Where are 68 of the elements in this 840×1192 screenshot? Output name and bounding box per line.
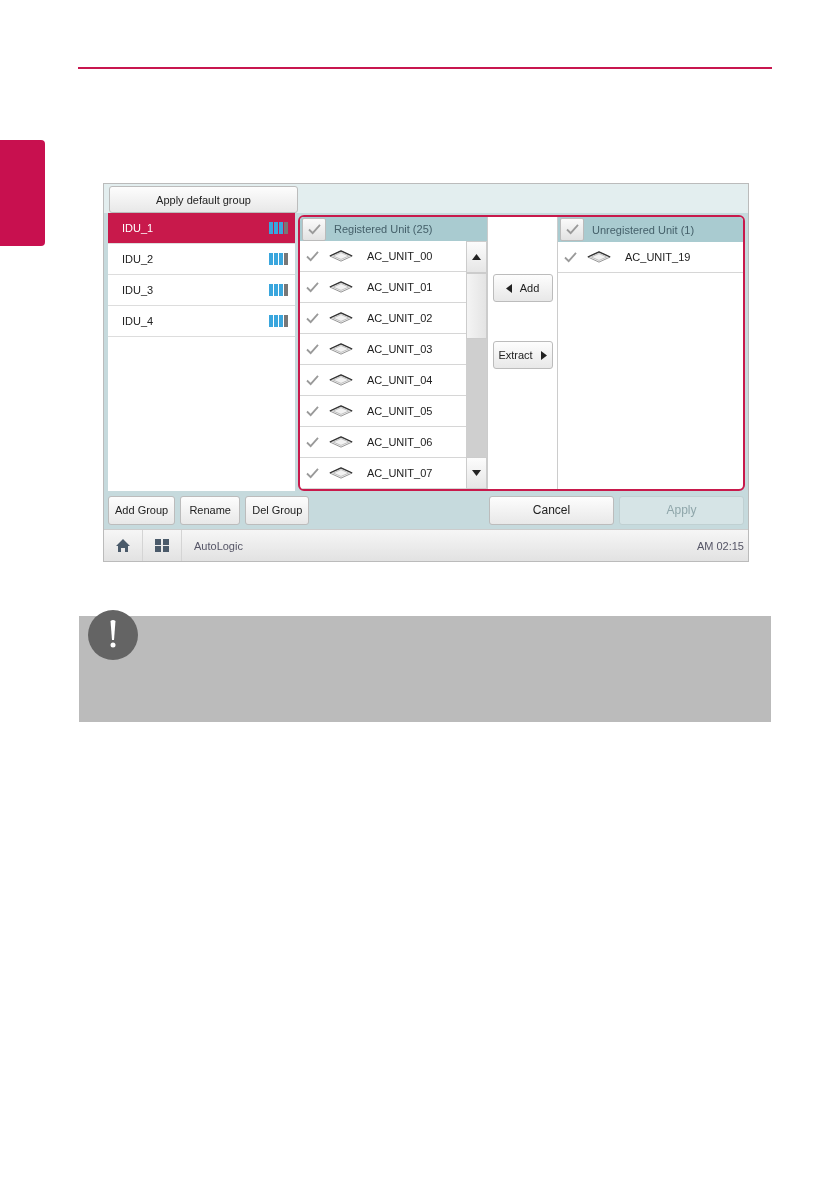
check-icon [306,281,319,293]
group-action-button[interactable]: Del Group [245,495,310,525]
signal-bars-icon [269,284,289,296]
group-item[interactable]: IDU_1 [108,213,295,244]
add-button[interactable]: Add [492,274,553,302]
unit-row[interactable]: AC_UNIT_06 [300,427,466,458]
check-icon [565,224,579,235]
unit-row[interactable]: AC_UNIT_19 [558,242,743,273]
app-name: AutoLogic [193,539,244,552]
unit-name: AC_UNIT_01 [367,281,433,293]
scroll-up-icon[interactable] [472,254,481,260]
unit-name: AC_UNIT_04 [367,374,433,386]
left-triangle-icon [505,283,512,293]
group-item[interactable]: IDU_2 [108,244,295,275]
signal-bars-icon [269,315,289,327]
unit-name: AC_UNIT_05 [367,405,433,417]
unit-name: AC_UNIT_07 [367,467,433,479]
unit-name: AC_UNIT_03 [367,343,433,355]
check-icon [306,374,319,386]
ceiling-unit-icon [329,374,353,386]
right-triangle-icon [540,350,547,360]
unit-name: AC_UNIT_19 [625,251,691,263]
scrollbar[interactable] [466,241,487,489]
panel-title: Unregistered Unit (1) [592,223,695,236]
check-icon [306,436,319,448]
unit-name: AC_UNIT_06 [367,436,433,448]
check-icon [306,467,319,479]
check-icon [306,343,319,355]
scroll-down-icon[interactable] [472,470,481,476]
unit-row[interactable]: AC_UNIT_01 [300,272,466,303]
extract-button[interactable]: Extract [492,341,553,369]
panel-title: Registered Unit (25) [334,223,433,235]
ceiling-unit-icon [329,343,353,355]
action-button[interactable]: Cancel [489,495,614,525]
ceiling-unit-icon [329,405,353,417]
home-icon[interactable] [115,538,131,553]
ceiling-unit-icon [329,436,353,448]
unit-row[interactable]: AC_UNIT_02 [300,303,466,334]
check-icon [306,405,319,417]
exclamation-icon [88,610,138,660]
unit-row[interactable]: AC_UNIT_00 [300,241,466,272]
ceiling-unit-icon [587,251,611,263]
unit-row[interactable]: AC_UNIT_04 [300,365,466,396]
check-icon [307,223,321,235]
signal-bars-icon [269,253,289,265]
group-action-button[interactable]: Rename [180,495,241,525]
select-all-checkbox[interactable] [560,218,584,241]
check-icon [306,250,319,262]
check-icon [564,251,577,263]
group-item[interactable]: IDU_4 [108,306,295,337]
select-all-checkbox[interactable] [302,217,326,241]
check-icon [306,312,319,324]
unit-name: AC_UNIT_02 [367,312,433,324]
ceiling-unit-icon [329,250,353,262]
group-item[interactable]: IDU_3 [108,275,295,306]
grid-icon[interactable] [154,538,170,553]
unit-row[interactable]: AC_UNIT_03 [300,334,466,365]
ceiling-unit-icon [329,281,353,293]
unit-name: AC_UNIT_00 [367,250,433,262]
unit-row[interactable]: AC_UNIT_07 [300,458,466,489]
ceiling-unit-icon [329,312,353,324]
scroll-thumb[interactable] [466,273,487,339]
group-action-button[interactable]: Add Group [108,495,176,525]
apply-default-group-button[interactable]: Apply default group [109,186,298,213]
ceiling-unit-icon [329,467,353,479]
signal-bars-icon [269,222,289,234]
unit-row[interactable]: AC_UNIT_05 [300,396,466,427]
clock-time: AM 02:15 [696,539,745,552]
